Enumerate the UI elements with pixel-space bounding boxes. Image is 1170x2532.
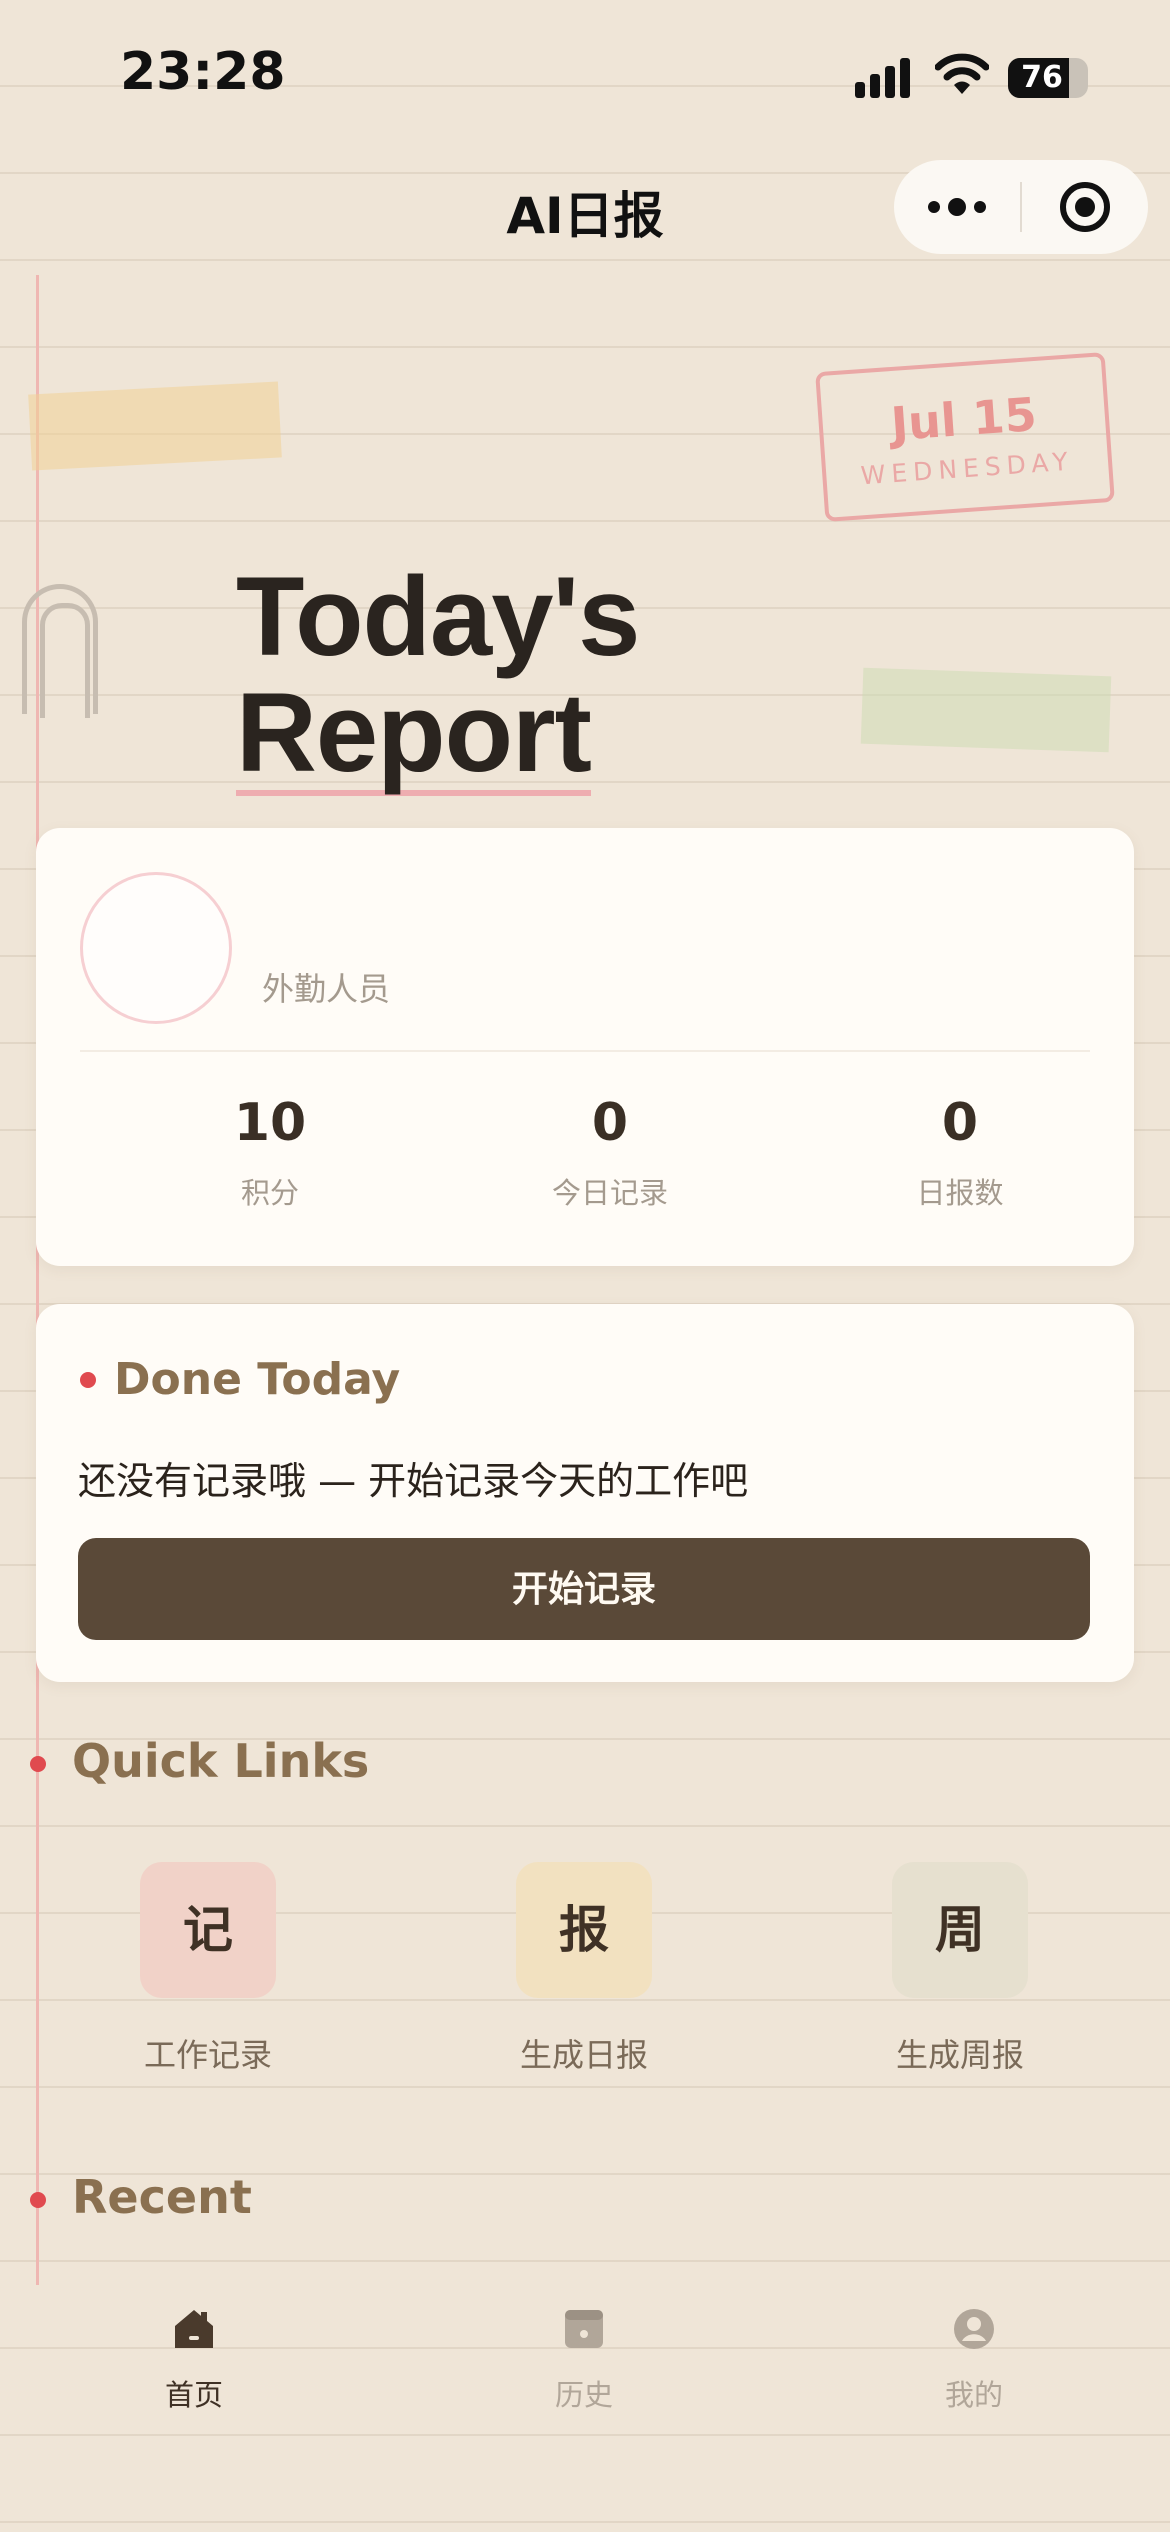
quick-link-label: 生成周报 xyxy=(895,2036,1024,2074)
weekly-report-icon: 周 xyxy=(892,1862,1028,1998)
battery-icon: 76 xyxy=(1008,58,1088,98)
hero-heading: Today's Report xyxy=(236,554,640,796)
hero-line-1: Today's xyxy=(236,554,640,679)
stat-report-count: 0 日报数 xyxy=(830,1090,1090,1212)
stamp-date: Jul 15 xyxy=(889,387,1039,452)
section-bullet xyxy=(30,1756,46,1772)
recent-title: Recent xyxy=(72,2170,252,2224)
washi-tape-yellow xyxy=(28,381,282,471)
cellular-signal-icon xyxy=(855,56,915,98)
avatar[interactable] xyxy=(80,872,232,1024)
start-recording-button[interactable]: 开始记录 xyxy=(78,1538,1090,1640)
stat-points: 10 积分 xyxy=(140,1090,400,1212)
page-title: AI日报 xyxy=(506,187,664,245)
empty-state-text: 还没有记录哦 — 开始记录今天的工作吧 xyxy=(78,1459,749,1503)
daily-report-icon: 报 xyxy=(516,1862,652,1998)
hero-line-2: Report xyxy=(236,670,592,796)
washi-tape-green xyxy=(860,667,1112,753)
quick-links-title: Quick Links xyxy=(72,1734,370,1788)
stat-today-records: 0 今日记录 xyxy=(480,1090,740,1212)
close-miniprogram-button[interactable] xyxy=(1022,160,1148,254)
status-time: 23:28 xyxy=(120,42,286,102)
done-today-title: Done Today xyxy=(114,1354,401,1405)
stat-label: 积分 xyxy=(240,1176,299,1210)
home-icon xyxy=(171,2306,217,2352)
date-stamp: Jul 15 WEDNESDAY xyxy=(815,352,1115,522)
quick-link-label: 生成日报 xyxy=(519,2036,648,2074)
quick-link-label: 工作记录 xyxy=(143,2036,272,2074)
divider xyxy=(80,1050,1090,1052)
section-bullet xyxy=(30,2192,46,2208)
tab-profile[interactable]: 我的 xyxy=(894,2306,1054,2414)
paper-clip-icon xyxy=(22,584,98,718)
wifi-icon xyxy=(934,52,990,96)
tab-label: 我的 xyxy=(944,2378,1003,2412)
quick-link-work-record[interactable]: 记 工作记录 xyxy=(118,1862,298,2076)
section-bullet xyxy=(80,1372,96,1388)
tab-label: 首页 xyxy=(164,2378,223,2412)
status-bar: 23:28 76 xyxy=(0,0,1170,150)
mini-program-capsule xyxy=(894,160,1148,254)
stat-value: 0 xyxy=(941,1093,979,1153)
user-role: 外勤人员 xyxy=(262,970,391,1008)
profile-icon xyxy=(951,2306,997,2352)
stat-value: 10 xyxy=(233,1093,307,1153)
tab-label: 历史 xyxy=(554,2378,613,2412)
history-icon xyxy=(561,2306,607,2352)
quick-link-weekly-report[interactable]: 周 生成周报 xyxy=(870,1862,1050,2076)
stat-label: 今日记录 xyxy=(551,1176,668,1210)
more-options-button[interactable] xyxy=(894,160,1020,254)
tab-history[interactable]: 历史 xyxy=(504,2306,664,2414)
stat-label: 日报数 xyxy=(916,1176,1004,1210)
profile-card: 外勤人员 10 积分 0 今日记录 0 日报数 xyxy=(36,828,1134,1266)
notebook-margin-line xyxy=(36,275,39,2285)
tab-home[interactable]: 首页 xyxy=(114,2306,274,2414)
stat-value: 0 xyxy=(591,1093,629,1153)
done-today-card: Done Today 还没有记录哦 — 开始记录今天的工作吧 开始记录 xyxy=(36,1304,1134,1682)
work-record-icon: 记 xyxy=(140,1862,276,1998)
quick-link-daily-report[interactable]: 报 生成日报 xyxy=(494,1862,674,2076)
battery-percent: 76 xyxy=(1021,60,1063,95)
